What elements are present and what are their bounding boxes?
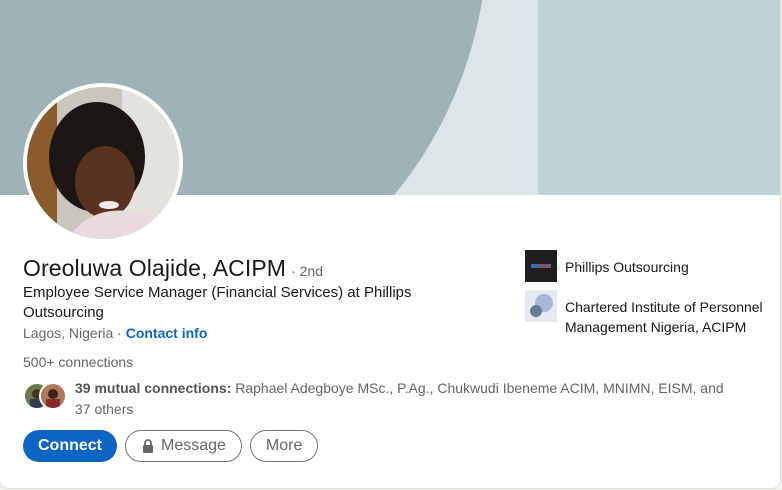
school-name: Chartered Institute of Personnel Managem… <box>565 299 763 335</box>
current-company[interactable]: Phillips Outsourcing <box>525 250 765 282</box>
connections-count[interactable]: 500+ connections <box>23 354 133 370</box>
mutual-count: 39 mutual connections: <box>75 380 232 396</box>
company-name: Phillips Outsourcing <box>565 259 689 275</box>
message-button[interactable]: Message <box>125 430 242 462</box>
school-logo <box>525 290 557 322</box>
mutual-avatars <box>23 382 71 414</box>
profile-photo-image <box>27 87 179 239</box>
banner-panel-shape <box>538 0 780 195</box>
contact-info-link[interactable]: Contact info <box>126 325 208 341</box>
message-button-label: Message <box>161 437 226 454</box>
lock-icon <box>141 439 155 453</box>
mutual-connections-text: 39 mutual connections: Raphael Adegboye … <box>75 378 743 420</box>
location-row: Lagos, Nigeria · Contact info <box>23 325 207 341</box>
avatar <box>39 382 67 410</box>
more-button[interactable]: More <box>249 430 319 462</box>
connection-degree: · 2nd <box>291 263 323 279</box>
profile-name: Oreoluwa Olajide, ACIPM <box>23 255 287 281</box>
experience-education-list: Phillips Outsourcing Chartered Institute… <box>525 250 765 345</box>
connect-button[interactable]: Connect <box>23 430 117 462</box>
profile-headline: Employee Service Manager (Financial Serv… <box>23 284 412 321</box>
profile-photo[interactable] <box>23 83 183 243</box>
profile-card: Oreoluwa Olajide, ACIPM · 2nd Employee S… <box>0 0 780 488</box>
education-item[interactable]: Chartered Institute of Personnel Managem… <box>525 290 765 337</box>
profile-name-row: Oreoluwa Olajide, ACIPM · 2nd <box>23 255 323 282</box>
company-logo <box>525 250 557 282</box>
profile-actions: Connect Message More <box>23 430 319 462</box>
mutual-connections[interactable]: 39 mutual connections: Raphael Adegboye … <box>23 378 743 420</box>
profile-location: Lagos, Nigeria · <box>23 325 122 341</box>
